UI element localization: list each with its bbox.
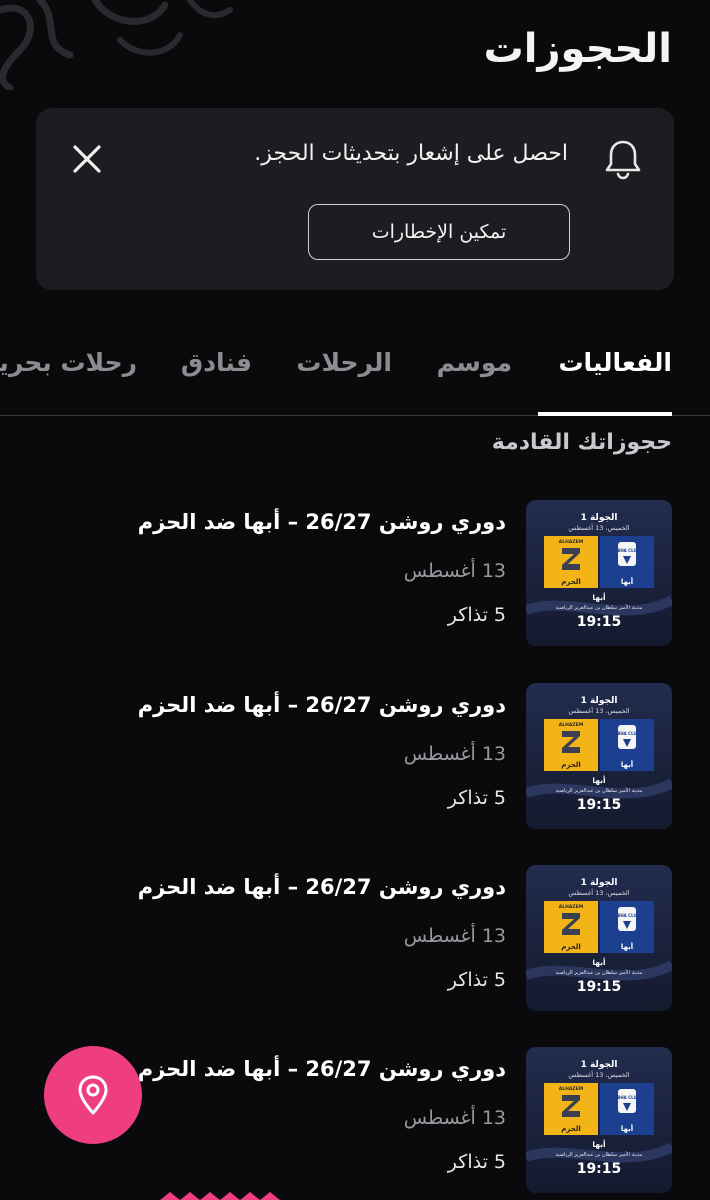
poster-time: 19:15 bbox=[577, 614, 622, 630]
tab-cruises[interactable]: رحلات بحرية bbox=[0, 348, 137, 377]
poster-day: الخميس، 13 أغسطس bbox=[568, 523, 629, 532]
poster-round: الجولة 1 bbox=[581, 878, 618, 888]
booking-date: 13 أغسطس bbox=[403, 560, 506, 582]
bell-icon bbox=[605, 140, 641, 180]
event-poster-graphic: الجولة 1 الخميس، 13 أغسطس ALHAZEM الحزم … bbox=[526, 500, 672, 646]
poster-home-logo-text: ABHA CLUB bbox=[614, 548, 640, 553]
poster-round: الجولة 1 bbox=[581, 1060, 618, 1070]
decorative-zigzag bbox=[160, 1192, 280, 1200]
event-poster: الجولة 1 الخميس، 13 أغسطس ALHAZEM الحزم … bbox=[526, 500, 672, 646]
poster-day: الخميس، 13 أغسطس bbox=[568, 706, 629, 715]
poster-home-logo-text: ABHA CLUB bbox=[614, 731, 640, 736]
section-title-upcoming: حجوزاتك القادمة bbox=[491, 430, 672, 455]
booking-title: دوري روشن 26/27 – أبها ضد الحزم bbox=[137, 510, 506, 534]
poster-venue: مدينة الأمير سلطان بن عبدالعزيز الرياضية bbox=[556, 1151, 643, 1158]
booking-tickets: 5 تذاكر bbox=[447, 604, 506, 626]
poster-home-team: أبها bbox=[621, 1124, 633, 1133]
booking-item[interactable]: الجولة 1 الخميس، 13 أغسطس ALHAZEM الحزم … bbox=[0, 500, 710, 648]
close-icon[interactable] bbox=[70, 142, 104, 176]
poster-away-logo-text: ALHAZEM bbox=[559, 539, 584, 545]
poster-day: الخميس، 13 أغسطس bbox=[568, 888, 629, 897]
event-poster-graphic: الجولة 1 الخميس، 13 أغسطس ALHAZEM الحزم … bbox=[526, 865, 672, 1011]
poster-away-team: الحزم bbox=[561, 943, 581, 951]
tab-season[interactable]: موسم bbox=[437, 348, 512, 377]
poster-home-team: أبها bbox=[621, 760, 633, 769]
poster-city: أبها bbox=[592, 957, 605, 967]
booking-date: 13 أغسطس bbox=[403, 1107, 506, 1129]
poster-away-team: الحزم bbox=[561, 578, 581, 586]
booking-date: 13 أغسطس bbox=[403, 925, 506, 947]
poster-time: 19:15 bbox=[577, 979, 622, 995]
poster-away-team: الحزم bbox=[561, 761, 581, 769]
tab-hotels[interactable]: فنادق bbox=[181, 348, 252, 377]
enable-notifications-button[interactable]: تمكين الإخطارات bbox=[308, 204, 570, 260]
notification-message: احصل على إشعار بتحديثات الحجز. bbox=[254, 141, 568, 166]
poster-away-logo-text: ALHAZEM bbox=[559, 722, 584, 728]
active-tab-indicator bbox=[538, 412, 672, 416]
poster-time: 19:15 bbox=[577, 1161, 622, 1177]
poster-city: أبها bbox=[592, 775, 605, 785]
map-pin-icon bbox=[78, 1075, 108, 1115]
booking-item[interactable]: الجولة 1 الخميس، 13 أغسطس ALHAZEM الحزم … bbox=[0, 865, 710, 1013]
event-poster: الجولة 1 الخميس، 13 أغسطس ALHAZEM الحزم … bbox=[526, 683, 672, 829]
map-pin-button[interactable] bbox=[44, 1046, 142, 1144]
poster-venue: مدينة الأمير سلطان بن عبدالعزيز الرياضية bbox=[556, 604, 643, 611]
event-poster: الجولة 1 الخميس، 13 أغسطس ALHAZEM الحزم … bbox=[526, 865, 672, 1011]
booking-title: دوري روشن 26/27 – أبها ضد الحزم bbox=[137, 875, 506, 899]
tab-trips[interactable]: الرحلات bbox=[296, 348, 392, 377]
poster-round: الجولة 1 bbox=[581, 513, 618, 523]
decorative-swirl bbox=[0, 0, 233, 90]
poster-venue: مدينة الأمير سلطان بن عبدالعزيز الرياضية bbox=[556, 787, 643, 794]
category-tabs: الفعاليات موسم الرحلات فنادق رحلات بحرية bbox=[0, 330, 710, 416]
booking-title: دوري روشن 26/27 – أبها ضد الحزم bbox=[137, 1057, 506, 1081]
poster-day: الخميس، 13 أغسطس bbox=[568, 1070, 629, 1079]
booking-title: دوري روشن 26/27 – أبها ضد الحزم bbox=[137, 693, 506, 717]
page-title: الحجوزات bbox=[483, 26, 672, 72]
poster-away-logo-text: ALHAZEM bbox=[559, 904, 584, 910]
booking-date: 13 أغسطس bbox=[403, 743, 506, 765]
booking-tickets: 5 تذاكر bbox=[447, 787, 506, 809]
event-poster-graphic: الجولة 1 الخميس، 13 أغسطس ALHAZEM الحزم … bbox=[526, 683, 672, 829]
notification-card: احصل على إشعار بتحديثات الحجز. تمكين الإ… bbox=[36, 108, 674, 290]
event-poster: الجولة 1 الخميس، 13 أغسطس ALHAZEM الحزم … bbox=[526, 1047, 672, 1193]
poster-home-logo-text: ABHA CLUB bbox=[614, 913, 640, 918]
booking-tickets: 5 تذاكر bbox=[447, 969, 506, 991]
poster-round: الجولة 1 bbox=[581, 696, 618, 706]
tab-events[interactable]: الفعاليات bbox=[558, 348, 672, 377]
booking-tickets: 5 تذاكر bbox=[447, 1151, 506, 1173]
poster-time: 19:15 bbox=[577, 797, 622, 813]
poster-away-logo-text: ALHAZEM bbox=[559, 1086, 584, 1092]
poster-home-logo-text: ABHA CLUB bbox=[614, 1095, 640, 1100]
poster-home-team: أبها bbox=[621, 942, 633, 951]
booking-item[interactable]: الجولة 1 الخميس، 13 أغسطس ALHAZEM الحزم … bbox=[0, 683, 710, 831]
poster-home-team: أبها bbox=[621, 577, 633, 586]
poster-city: أبها bbox=[592, 1139, 605, 1149]
poster-venue: مدينة الأمير سلطان بن عبدالعزيز الرياضية bbox=[556, 969, 643, 976]
poster-city: أبها bbox=[592, 592, 605, 602]
poster-away-team: الحزم bbox=[561, 1125, 581, 1133]
event-poster-graphic: الجولة 1 الخميس، 13 أغسطس ALHAZEM الحزم … bbox=[526, 1047, 672, 1193]
